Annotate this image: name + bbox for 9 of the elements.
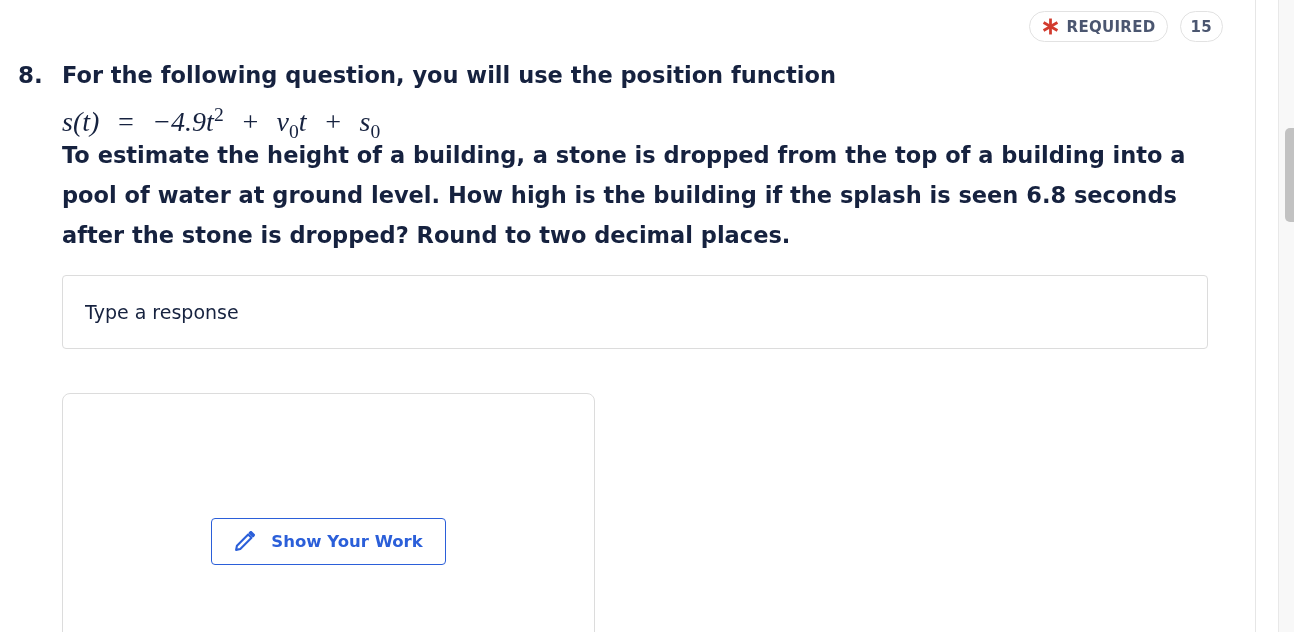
scrollbar-thumb[interactable] bbox=[1285, 128, 1294, 222]
question-intro: For the following question, you will use the position function bbox=[62, 61, 837, 90]
question-number: 8. bbox=[17, 61, 44, 90]
show-work-button[interactable]: Show Your Work bbox=[211, 518, 446, 565]
required-label: REQUIRED bbox=[1066, 17, 1156, 36]
response-field[interactable]: Type a response bbox=[62, 275, 1208, 349]
pencil-icon bbox=[234, 531, 256, 552]
asterisk-icon bbox=[1041, 18, 1059, 35]
question-text: To estimate the height of a building, a stone is dropped from the top of a building into a pool of water at ground level. How high is the building if the splash is seen 6.8 seconds after the stone is dropped? Round to two decimal places. bbox=[62, 141, 1187, 250]
